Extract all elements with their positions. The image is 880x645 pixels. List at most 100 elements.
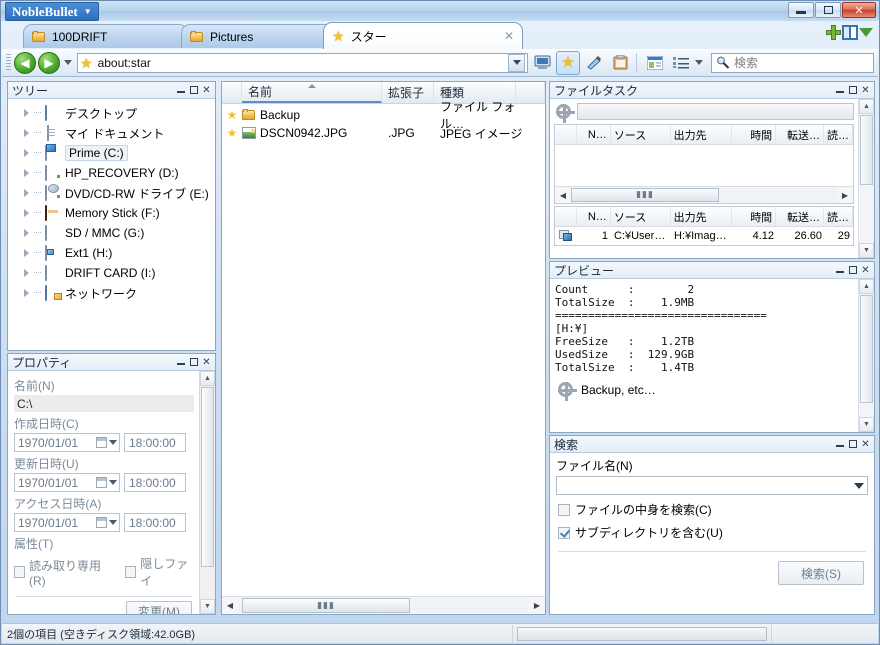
scroll-up-arrow[interactable]: ▲ — [859, 279, 874, 294]
star-icon[interactable]: ★ — [222, 126, 242, 140]
column-header-num[interactable]: N… — [577, 207, 611, 226]
calendar-icon[interactable] — [96, 477, 107, 488]
chevron-down-icon[interactable] — [109, 480, 117, 485]
expander-icon[interactable] — [24, 269, 29, 277]
preview-scrollbar[interactable]: ▲ ▼ — [858, 279, 874, 432]
task-queue-hscroll[interactable]: ◀ ▮▮▮ ▶ — [555, 186, 853, 203]
created-time-input[interactable]: 18:00:00 — [124, 433, 186, 452]
tree-item-sd-mmc-g[interactable]: SD / MMC (G:) — [8, 223, 215, 243]
maximize-button[interactable] — [815, 2, 841, 18]
expander-icon[interactable] — [24, 209, 29, 217]
column-header-read[interactable]: 読… — [824, 125, 853, 144]
tree-item-memory-stick-f[interactable]: Memory Stick (F:) — [8, 203, 215, 223]
column-header-num[interactable]: N… — [577, 125, 611, 144]
scroll-down-arrow[interactable]: ▼ — [859, 417, 874, 432]
panel-minimize-button[interactable] — [174, 84, 187, 97]
preview-pane-icon[interactable] — [643, 51, 667, 75]
accessed-time-input[interactable]: 18:00:00 — [124, 513, 186, 532]
panel-maximize-button[interactable] — [187, 356, 200, 369]
forward-button[interactable]: ▶ — [38, 51, 60, 74]
accessed-date-input[interactable]: 1970/01/01 — [14, 513, 120, 532]
tree-item-network[interactable]: ネットワーク — [8, 283, 215, 303]
tab-star[interactable]: ★ スター ✕ — [323, 22, 523, 49]
toolbar-grip[interactable] — [6, 53, 11, 72]
calendar-icon[interactable] — [96, 517, 107, 528]
tree-item-ext1-h[interactable]: Ext1 (H:) — [8, 243, 215, 263]
combobox-dropdown-icon[interactable] — [850, 482, 867, 489]
scrollbar-thumb[interactable]: ▮▮▮ — [242, 598, 410, 613]
panel-minimize-button[interactable] — [833, 84, 846, 97]
tree-item-desktop[interactable]: デスクトップ — [8, 103, 215, 123]
computer-icon[interactable] — [530, 51, 554, 75]
search-input[interactable]: 検索 — [711, 52, 874, 73]
filename-combobox[interactable] — [556, 476, 868, 495]
tab-100drift[interactable]: 100DRIFT — [23, 24, 188, 48]
panel-close-button[interactable]: ✕ — [200, 356, 213, 369]
panel-maximize-button[interactable] — [846, 438, 859, 451]
scrollbar-thumb[interactable]: ▮▮▮ — [571, 187, 719, 202]
expander-icon[interactable] — [24, 149, 29, 157]
tab-close-icon[interactable]: ✕ — [504, 29, 514, 43]
column-header-source[interactable]: ソース — [611, 125, 671, 144]
panel-close-button[interactable]: ✕ — [200, 84, 213, 97]
scrollbar-track[interactable]: ▮▮▮ — [238, 598, 529, 613]
expander-icon[interactable] — [24, 169, 29, 177]
column-header-source[interactable]: ソース — [611, 207, 671, 226]
split-view-icon[interactable] — [842, 25, 858, 40]
tree-item-my-documents[interactable]: マイ ドキュメント — [8, 123, 215, 143]
panel-minimize-button[interactable] — [833, 264, 846, 277]
column-header-dest[interactable]: 出力先 — [671, 125, 733, 144]
new-tab-icon[interactable] — [826, 25, 841, 40]
back-button[interactable]: ◀ — [14, 51, 36, 74]
view-dropdown-icon[interactable] — [695, 60, 703, 65]
column-header-extension[interactable]: 拡張子 — [382, 82, 434, 103]
file-list-horizontal-scrollbar[interactable]: ◀ ▮▮▮ ▶ — [222, 596, 545, 614]
address-input[interactable]: ★ about:star — [77, 52, 528, 73]
chevron-down-icon[interactable] — [859, 28, 873, 37]
panel-minimize-button[interactable] — [833, 438, 846, 451]
calendar-icon[interactable] — [96, 437, 107, 448]
table-row[interactable]: ★ Backup ファイル フォル… — [222, 100, 545, 131]
panel-close-button[interactable]: ✕ — [859, 438, 872, 451]
scrollbar-thumb[interactable] — [860, 295, 873, 403]
scroll-left-arrow[interactable]: ◀ — [222, 598, 238, 613]
list-view-icon[interactable] — [669, 51, 693, 75]
scroll-down-arrow[interactable]: ▼ — [859, 243, 874, 258]
column-header-rate[interactable]: 転送… — [776, 125, 824, 144]
scrollbar-track[interactable]: ▮▮▮ — [571, 187, 837, 203]
column-header-dest[interactable]: 出力先 — [671, 207, 733, 226]
minimize-button[interactable] — [788, 2, 814, 18]
panel-close-button[interactable]: ✕ — [859, 264, 872, 277]
column-header-read[interactable]: 読… — [824, 207, 853, 226]
column-header-name[interactable]: 名前 — [242, 82, 382, 103]
panel-maximize-button[interactable] — [846, 264, 859, 277]
tree-item-dvd-drive-e[interactable]: DVD/CD-RW ドライブ (E:) — [8, 183, 215, 203]
expander-icon[interactable] — [24, 189, 29, 197]
favorites-star-icon[interactable]: ★ — [556, 50, 580, 75]
expander-icon[interactable] — [24, 109, 29, 117]
gear-icon[interactable] — [556, 104, 575, 123]
column-header-time[interactable]: 時間 — [732, 207, 777, 226]
chevron-down-icon[interactable] — [109, 440, 117, 445]
file-task-scrollbar[interactable]: ▲ ▼ — [858, 99, 874, 258]
panel-maximize-button[interactable] — [187, 84, 200, 97]
scroll-left-arrow[interactable]: ◀ — [555, 188, 571, 203]
content-search-row[interactable]: ファイルの中身を検索(C) — [550, 495, 874, 518]
apply-button[interactable]: 変更(M) — [126, 601, 192, 614]
scrollbar-thumb[interactable] — [860, 115, 873, 185]
modified-date-input[interactable]: 1970/01/01 — [14, 473, 120, 492]
chevron-down-icon[interactable] — [109, 520, 117, 525]
created-date-input[interactable]: 1970/01/01 — [14, 433, 120, 452]
scroll-up-arrow[interactable]: ▲ — [200, 371, 215, 386]
search-button[interactable]: 検索(S) — [778, 561, 864, 585]
close-button[interactable]: ✕ — [842, 2, 876, 18]
star-icon[interactable]: ★ — [222, 108, 242, 122]
column-header-type[interactable]: 種類 — [434, 82, 516, 103]
table-row[interactable]: 1 C:¥User… H:¥Imag… 4.12 26.60 29 — [555, 227, 853, 244]
clipboard-icon[interactable] — [608, 51, 632, 75]
scroll-down-arrow[interactable]: ▼ — [200, 599, 215, 614]
content-search-checkbox[interactable] — [558, 503, 570, 516]
subdirectory-checkbox[interactable] — [558, 526, 570, 539]
tab-pictures[interactable]: Pictures — [181, 24, 341, 48]
column-header-rate[interactable]: 転送… — [776, 207, 824, 226]
